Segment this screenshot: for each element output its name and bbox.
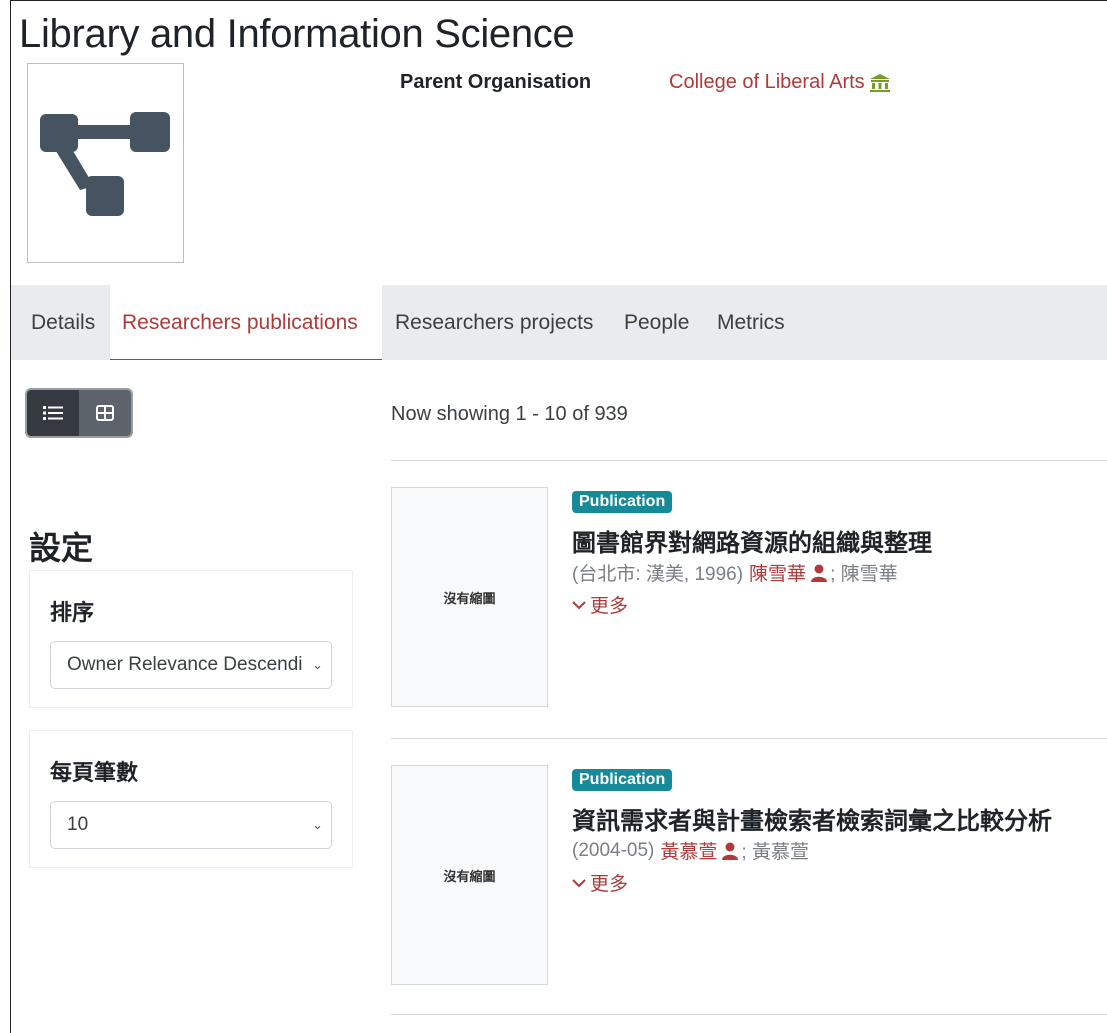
org-structure-icon <box>40 112 170 216</box>
grid-icon <box>96 405 114 421</box>
tab-metrics[interactable]: Metrics <box>705 285 797 360</box>
chevron-down-icon <box>572 878 586 887</box>
result-source: (2004-05) <box>572 839 655 861</box>
result-meta: (台北市: 漢美, 1996) 陳雪華 ; 陳雪華 <box>572 559 898 586</box>
result-item: 沒有縮圖 Publication 圖書館界對網路資源的組織與整理 (台北市: 漢… <box>391 487 1107 709</box>
type-badge: Publication <box>572 491 673 513</box>
settings-title: 設定 <box>29 530 94 566</box>
result-title[interactable]: 資訊需求者與計畫檢索者檢索詞彙之比較分析 <box>572 801 1052 836</box>
list-view-button[interactable] <box>27 390 79 436</box>
sort-card: 排序 Owner Relevance Descending ⌄ <box>29 570 353 708</box>
result-thumbnail: 沒有縮圖 <box>391 765 548 985</box>
tab-researchers-publications[interactable]: Researchers publications <box>110 285 382 360</box>
view-toggle <box>25 388 133 438</box>
tab-details[interactable]: Details <box>19 285 107 360</box>
per-page-select-value: 10 <box>67 814 89 835</box>
sort-select[interactable]: Owner Relevance Descending ⌄ <box>50 641 332 689</box>
sort-select-value: Owner Relevance Descending <box>67 654 303 675</box>
parent-organisation-label: Parent Organisation <box>400 71 592 93</box>
parent-organisation-link-text: College of Liberal Arts <box>669 71 865 93</box>
show-more-link[interactable]: 更多 <box>572 591 628 618</box>
results-summary: Now showing 1 - 10 of 939 <box>391 403 628 425</box>
type-badge: Publication <box>572 769 673 791</box>
sort-label: 排序 <box>50 600 95 625</box>
result-thumbnail: 沒有縮圖 <box>391 487 548 707</box>
divider <box>391 738 1107 739</box>
page-frame: Library and Information Science Parent O… <box>10 0 1107 1033</box>
chevron-down-icon: ⌄ <box>312 657 323 672</box>
grid-view-button[interactable] <box>79 390 131 436</box>
show-more-link[interactable]: 更多 <box>572 869 628 896</box>
result-author-text: ; 黃慕萱 <box>741 842 809 863</box>
divider <box>391 1014 1107 1015</box>
divider <box>391 460 1107 461</box>
parent-organisation-link[interactable]: College of Liberal Arts <box>669 71 891 94</box>
result-author-link[interactable]: 陳雪華 <box>749 559 806 586</box>
show-more-label: 更多 <box>590 874 629 895</box>
list-icon <box>43 406 63 420</box>
chevron-down-icon <box>572 600 586 609</box>
result-title[interactable]: 圖書館界對網路資源的組織與整理 <box>572 523 932 558</box>
show-more-label: 更多 <box>590 596 629 617</box>
person-icon <box>722 842 739 860</box>
result-meta: (2004-05) 黃慕萱 ; 黃慕萱 <box>572 837 809 864</box>
per-page-select[interactable]: 10 ⌄ <box>50 801 332 849</box>
result-author-link[interactable]: 黃慕萱 <box>660 837 717 864</box>
page-title: Library and Information Science <box>19 12 575 56</box>
organisation-logo <box>27 63 184 263</box>
institution-icon <box>869 73 890 92</box>
tab-people[interactable]: People <box>612 285 701 360</box>
result-item: 沒有縮圖 Publication 資訊需求者與計畫檢索者檢索詞彙之比較分析 (2… <box>391 765 1107 987</box>
tab-researchers-projects[interactable]: Researchers projects <box>383 285 605 360</box>
per-page-card: 每頁筆數 10 ⌄ <box>29 730 353 868</box>
result-source: (台北市: 漢美, 1996) <box>572 564 744 585</box>
tab-bar: Details Researchers publications Researc… <box>11 285 1107 360</box>
chevron-down-icon: ⌄ <box>312 817 323 832</box>
result-author-text: ; 陳雪華 <box>830 564 898 585</box>
person-icon <box>811 564 828 582</box>
per-page-label: 每頁筆數 <box>50 760 139 785</box>
